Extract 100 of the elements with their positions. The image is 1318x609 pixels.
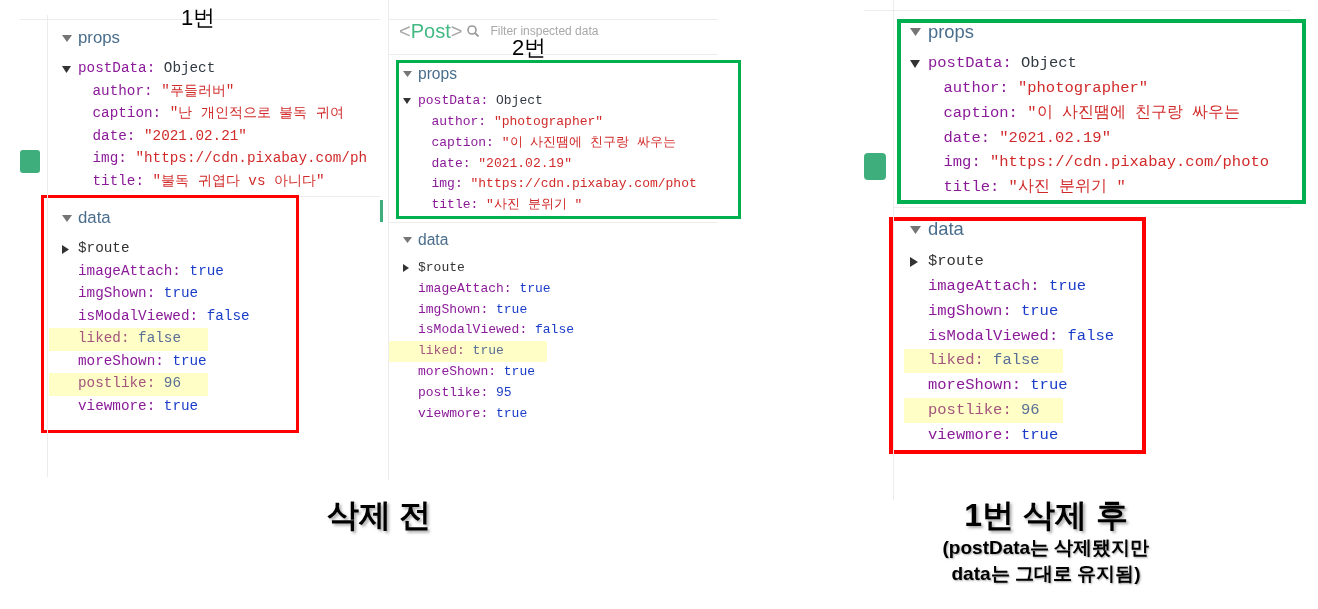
property-value: "사진 분위기 " bbox=[1008, 178, 1126, 198]
property-value: Object bbox=[163, 60, 216, 79]
property-key: author: bbox=[431, 114, 487, 131]
property-key: img: bbox=[92, 150, 127, 169]
property-key: postlike: bbox=[928, 400, 1012, 421]
caption-title: 1번 삭제 후 bbox=[964, 496, 1128, 535]
property-key: date: bbox=[431, 155, 471, 172]
section-title[interactable]: data bbox=[928, 220, 964, 239]
property-key: moreShown: bbox=[78, 352, 164, 371]
property-key: postData: bbox=[928, 54, 1012, 74]
property-key: $route bbox=[78, 240, 130, 259]
property-key: viewmore: bbox=[78, 397, 156, 416]
property-value: "2021.02.21" bbox=[144, 127, 247, 146]
property-value: 96 bbox=[1021, 400, 1040, 421]
property-key: imgShown: bbox=[418, 301, 489, 318]
property-value: "photographer" bbox=[493, 114, 604, 131]
property-key: $route bbox=[928, 252, 984, 272]
section-title[interactable]: data bbox=[418, 232, 449, 248]
property-value: true bbox=[1021, 301, 1059, 322]
property-key: imgShown: bbox=[78, 285, 156, 304]
step-label: 1번 bbox=[181, 7, 216, 29]
property-key: liked: bbox=[78, 330, 130, 349]
caret-down-icon[interactable] bbox=[62, 65, 71, 73]
property-key: date: bbox=[92, 127, 136, 146]
property-value: true bbox=[189, 262, 224, 281]
property-value: false bbox=[138, 330, 181, 349]
property-key: viewmore: bbox=[418, 405, 489, 422]
property-value: "2021.02.19" bbox=[999, 128, 1111, 148]
property-key: moreShown: bbox=[928, 376, 1021, 396]
caret-right-icon[interactable] bbox=[62, 244, 69, 254]
property-value: false bbox=[206, 307, 250, 326]
property-value: true bbox=[503, 364, 536, 381]
property-key: liked: bbox=[418, 343, 465, 360]
property-key: isModalViewed: bbox=[928, 326, 1059, 346]
property-value: true bbox=[163, 285, 199, 304]
property-value: "https://cdn.pixabay.com/ph bbox=[135, 150, 368, 169]
property-key: caption: bbox=[92, 105, 162, 124]
property-value: true bbox=[519, 280, 551, 298]
property-value: true bbox=[496, 301, 528, 318]
property-value: "https://cdn.pixabay.com/photo bbox=[990, 153, 1270, 173]
property-value: 96 bbox=[163, 375, 181, 394]
caret-down-icon[interactable] bbox=[403, 98, 411, 105]
property-value: "불독 귀엽다 vs 아니다" bbox=[152, 172, 325, 191]
property-value: "이 사진땜에 친구랑 싸우는 bbox=[501, 134, 676, 152]
property-key: moreShown: bbox=[418, 364, 496, 381]
caret-right-icon[interactable] bbox=[403, 264, 409, 273]
property-key: author: bbox=[92, 82, 153, 101]
property-value: false bbox=[993, 351, 1040, 371]
property-key: viewmore: bbox=[928, 425, 1012, 445]
step-label: 2번 bbox=[512, 37, 547, 59]
property-value: "https://cdn.pixabay.com/phot bbox=[470, 176, 697, 193]
property-key: postlike: bbox=[418, 384, 489, 402]
property-key: isModalViewed: bbox=[418, 322, 528, 339]
property-key: imageAttach: bbox=[418, 280, 512, 298]
property-value: true bbox=[163, 397, 199, 416]
property-key: postlike: bbox=[78, 375, 156, 394]
property-value: "photographer" bbox=[1017, 79, 1149, 99]
property-value: "2021.02.19" bbox=[478, 155, 572, 172]
property-value: 95 bbox=[496, 384, 512, 402]
property-key: $route bbox=[418, 260, 465, 277]
property-value: true bbox=[172, 352, 207, 371]
property-key: caption: bbox=[943, 103, 1018, 124]
property-key: author: bbox=[943, 79, 1009, 99]
property-key: title: bbox=[943, 178, 1000, 198]
property-value: "푸들러버" bbox=[161, 82, 235, 101]
edge-marker bbox=[864, 153, 886, 180]
section-title[interactable]: props bbox=[78, 29, 120, 47]
property-key: date: bbox=[943, 128, 990, 148]
property-key: title: bbox=[431, 197, 479, 214]
property-key: caption: bbox=[431, 134, 494, 152]
property-value: "사진 분위기 " bbox=[486, 197, 583, 214]
property-key: img: bbox=[431, 176, 463, 193]
caret-right-icon[interactable] bbox=[910, 257, 918, 268]
property-value: true bbox=[472, 343, 504, 360]
property-value: false bbox=[535, 322, 575, 339]
property-key: title: bbox=[92, 172, 144, 191]
property-key: liked: bbox=[928, 351, 984, 371]
property-key: imageAttach: bbox=[928, 277, 1040, 297]
property-value: true bbox=[1021, 425, 1059, 445]
edge-marker bbox=[20, 150, 40, 173]
property-value: true bbox=[1048, 277, 1087, 297]
section-title[interactable]: data bbox=[78, 209, 111, 227]
section-title[interactable]: props bbox=[418, 65, 457, 82]
filter-field[interactable]: Filter inspected data bbox=[490, 25, 691, 37]
property-key: postData: bbox=[418, 93, 489, 110]
section-title[interactable]: props bbox=[928, 22, 974, 42]
property-value: "이 사진땜에 친구랑 싸우는 bbox=[1027, 103, 1241, 124]
property-key: imageAttach: bbox=[78, 262, 181, 281]
caret-down-icon[interactable] bbox=[910, 59, 920, 68]
property-key: isModalViewed: bbox=[78, 307, 199, 326]
caption-note: (postData는 삭제됐지만 data는 그대로 유지됨) bbox=[942, 536, 1150, 586]
property-key: img: bbox=[943, 153, 981, 173]
property-value: Object bbox=[496, 93, 543, 110]
search-icon bbox=[467, 25, 480, 37]
component-tag: <Post> bbox=[399, 21, 463, 41]
caption-title: 삭제 전 bbox=[326, 496, 432, 535]
property-value: true bbox=[1030, 376, 1068, 396]
property-key: imgShown: bbox=[928, 301, 1012, 322]
property-value: "난 개인적으로 불독 귀여 bbox=[169, 105, 345, 124]
property-key: postData: bbox=[78, 60, 156, 79]
